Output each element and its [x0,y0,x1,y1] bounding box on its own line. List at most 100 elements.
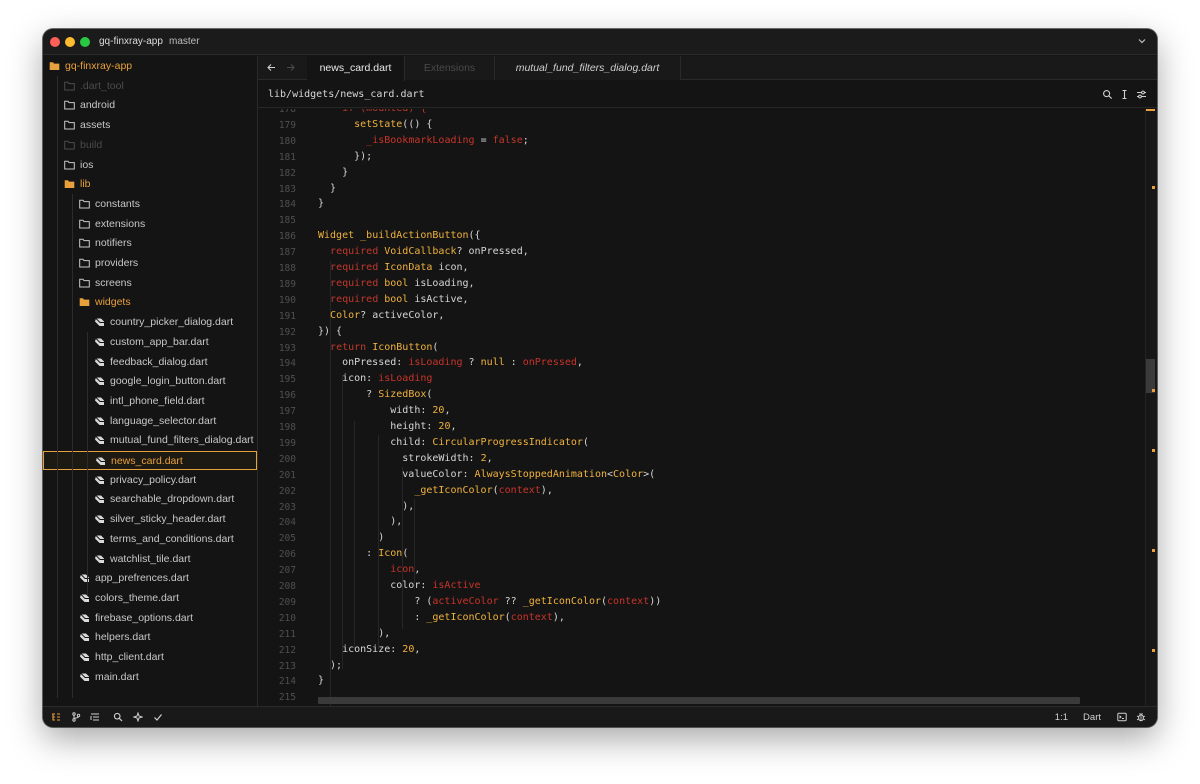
vertical-scrollbar[interactable] [1145,109,1157,706]
git-branch-icon[interactable] [71,712,81,722]
code-line[interactable]: setState(() { [318,119,432,135]
code-line[interactable]: iconSize: 20, [318,644,420,660]
code-line[interactable]: } [318,183,336,199]
code-line[interactable]: _isBookmarkLoading = false; [318,135,529,151]
code-line[interactable]: ), [318,501,414,517]
tree-file[interactable]: colors_theme.dart [43,589,257,608]
horizontal-scrollbar[interactable] [318,697,1080,704]
tree-folder[interactable]: constants [43,195,257,214]
forward-arrow-icon[interactable] [285,62,296,73]
code-line[interactable]: ); [318,660,342,676]
text-cursor-icon[interactable] [1119,89,1130,100]
sparkle-icon[interactable] [133,712,143,722]
zoom-window-button[interactable] [80,37,90,47]
tree-folder[interactable]: .dart_tool [43,77,257,96]
tree-folder[interactable]: build [43,136,257,155]
tree-folder-lib[interactable]: lib [43,175,257,194]
tree-file[interactable]: firebase_options.dart [43,609,257,628]
tree-file[interactable]: terms_and_conditions.dart [43,530,257,549]
tree-folder[interactable]: assets [43,116,257,135]
code-editor[interactable]: 178 179 180 181 182 183 184 185 186 187 188 189 190 1… [258,109,1157,706]
code-line[interactable]: ), [318,516,402,532]
code-line[interactable]: ? SizedBox( [318,389,432,405]
tree-file[interactable]: helpers.dart [43,628,257,647]
search-icon[interactable] [113,712,123,722]
code-line[interactable]: }) { [318,326,342,342]
tree-folder[interactable]: ios [43,156,257,175]
cursor-position[interactable]: 1:1 [1055,712,1068,723]
code-line[interactable]: }); [318,151,372,167]
code-line[interactable]: : _getIconColor(context), [318,612,565,628]
code-line[interactable]: required VoidCallback? onPressed, [318,246,529,262]
code-line[interactable]: : Icon( [318,548,408,564]
code-token: _buildActionButton [360,230,469,242]
code-token: ?? [498,595,523,607]
code-line[interactable]: height: 20, [318,421,456,437]
code-line[interactable]: required bool isActive, [318,294,469,310]
code-line[interactable]: ) [318,532,384,548]
tree-folder[interactable]: screens [43,274,257,293]
tree-file[interactable]: main.dart [43,668,257,687]
code-line[interactable]: if (mounted) { [318,109,426,119]
back-arrow-icon[interactable] [266,62,277,73]
tree-folder[interactable]: extensions [43,215,257,234]
code-line[interactable]: required bool isLoading, [318,278,475,294]
tab-extensions[interactable]: Extensions [405,56,495,80]
tree-file[interactable]: country_picker_dialog.dart [43,313,257,332]
tree-folder[interactable]: notifiers [43,234,257,253]
code-line[interactable]: } [318,198,324,214]
tree-file[interactable]: watchlist_tile.dart [43,550,257,569]
code-line[interactable]: } [318,675,324,691]
tree-file[interactable]: intl_phone_field.dart [43,392,257,411]
tree-file[interactable]: feedback_dialog.dart [43,353,257,372]
tree-file[interactable]: silver_sticky_header.dart [43,510,257,529]
tree-file[interactable]: searchable_dropdown.dart [43,490,257,509]
settings-sliders-icon[interactable] [1136,89,1147,100]
code-line[interactable]: ? (activeColor ?? _getIconColor(context)… [318,596,661,612]
code-line[interactable]: valueColor: AlwaysStoppedAnimation<Color… [318,469,655,485]
minimize-window-button[interactable] [65,37,75,47]
tree-file[interactable]: language_selector.dart [43,412,257,431]
code-line[interactable]: icon, [318,564,420,580]
code-line[interactable]: return IconButton( [318,342,438,358]
scrollbar-thumb[interactable] [1146,359,1155,393]
tree-file[interactable]: custom_app_bar.dart [43,333,257,352]
project-name[interactable]: gq-finxray-app [99,36,163,47]
code-line[interactable]: _getIconColor(context), [318,485,553,501]
tree-file[interactable]: app_prefrences.dart [43,569,257,588]
outline-icon[interactable] [90,712,100,722]
tree-file[interactable]: google_login_button.dart [43,372,257,391]
language-mode[interactable]: Dart [1083,712,1101,723]
chevron-down-icon[interactable] [1137,36,1147,46]
code-line[interactable]: Widget _buildActionButton({ [318,230,481,246]
code-line[interactable]: } [318,167,348,183]
tree-file[interactable]: http_client.dart [43,648,257,667]
code-line[interactable]: ), [318,628,390,644]
tree-file-selected[interactable]: news_card.dart [43,451,257,470]
code-line[interactable]: Color? activeColor, [318,310,444,326]
code-line[interactable]: required IconData icon, [318,262,469,278]
code-line[interactable]: onPressed: isLoading ? null : onPressed, [318,357,583,373]
tree-folder[interactable]: providers [43,254,257,273]
search-icon[interactable] [1102,89,1113,100]
bug-icon[interactable] [1136,712,1146,722]
check-icon[interactable] [153,712,163,722]
tree-root-folder[interactable]: gq-finxray-app [43,57,257,76]
tab-news-card[interactable]: news_card.dart [307,56,405,81]
tab-mutual-fund-filters-dialog[interactable]: mutual_fund_filters_dialog.dart [495,56,681,80]
code-line[interactable]: color: isActive [318,580,480,596]
tree-file[interactable]: mutual_fund_filters_dialog.dart [43,431,257,450]
tree-file[interactable]: privacy_policy.dart [43,471,257,490]
code-line[interactable]: width: 20, [318,405,450,421]
tree-folder-widgets[interactable]: widgets [43,293,257,312]
close-window-button[interactable] [50,37,60,47]
terminal-icon[interactable] [1117,712,1127,722]
code-line[interactable]: icon: isLoading [318,373,432,389]
code-line[interactable]: strokeWidth: 2, [318,453,492,469]
branch-name[interactable]: master [169,36,200,47]
code-line[interactable]: child: CircularProgressIndicator( [318,437,589,453]
folder-icon [79,219,90,229]
tree-folder[interactable]: android [43,96,257,115]
project-panel-icon[interactable] [51,712,61,722]
file-path[interactable]: lib/widgets/news_card.dart [268,89,425,100]
